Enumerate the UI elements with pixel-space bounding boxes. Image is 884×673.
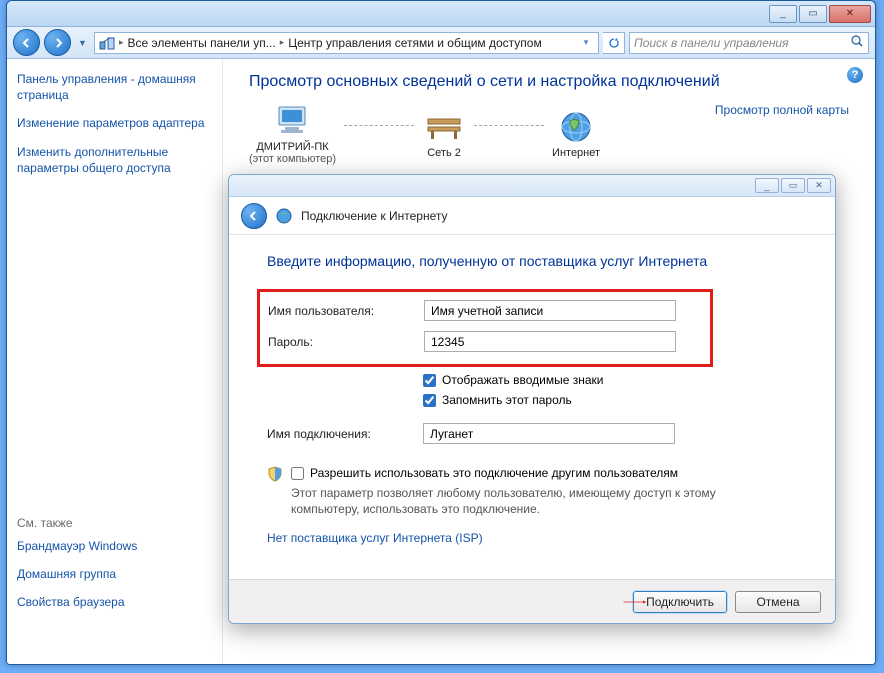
no-isp-link[interactable]: Нет поставщика услуг Интернета (ISP) bbox=[267, 531, 483, 545]
cancel-button[interactable]: Отмена bbox=[735, 591, 821, 613]
page-title: Просмотр основных сведений о сети и наст… bbox=[249, 73, 849, 91]
breadcrumb-2[interactable]: Центр управления сетями и общим доступом bbox=[288, 36, 542, 50]
sidebar-link-firewall[interactable]: Брандмауэр Windows bbox=[17, 538, 212, 554]
search-placeholder: Поиск в панели управления bbox=[634, 36, 789, 50]
refresh-button[interactable] bbox=[603, 32, 625, 54]
allow-others-block: Разрешить использовать это подключение д… bbox=[267, 466, 797, 482]
node2-label: Сеть 2 bbox=[422, 147, 466, 159]
bench-icon bbox=[422, 109, 466, 145]
remember-label: Запомнить этот пароль bbox=[442, 393, 572, 407]
dialog-footer: Подключить Отмена bbox=[229, 579, 835, 623]
sidebar-link-sharing[interactable]: Изменить дополнительные параметры общего… bbox=[17, 144, 212, 176]
allow-others-checkbox[interactable] bbox=[291, 467, 304, 480]
shield-icon bbox=[267, 466, 283, 482]
view-full-map-link[interactable]: Просмотр полной карты bbox=[715, 103, 849, 117]
sidebar: Панель управления - домашняя страница Из… bbox=[7, 59, 223, 664]
sidebar-link-adapter[interactable]: Изменение параметров адаптера bbox=[17, 115, 212, 131]
username-input[interactable] bbox=[424, 300, 676, 321]
close-glyph: ✕ bbox=[846, 8, 854, 19]
search-input[interactable]: Поиск в панели управления bbox=[629, 32, 869, 54]
username-row: Имя пользователя: bbox=[268, 300, 702, 321]
computer-icon bbox=[271, 103, 315, 139]
allow-others-inner: Разрешить использовать это подключение д… bbox=[291, 466, 678, 480]
connect-dialog: _ ▭ ✕ Подключение к Интернету Введите ин… bbox=[228, 174, 836, 624]
arrow-left-icon bbox=[248, 210, 260, 222]
dialog-maximize-button[interactable]: ▭ bbox=[781, 178, 805, 193]
maximize-glyph: ▭ bbox=[808, 8, 817, 19]
dialog-minimize-button[interactable]: _ bbox=[755, 178, 779, 193]
nav-history-dropdown[interactable]: ▼ bbox=[75, 32, 90, 54]
connection-line bbox=[344, 125, 414, 126]
allow-others-row: Разрешить использовать это подключение д… bbox=[291, 466, 678, 480]
breadcrumb-separator: ▸ bbox=[280, 37, 285, 48]
see-also-label: См. также bbox=[17, 516, 212, 530]
dialog-titlebar: _ ▭ ✕ bbox=[229, 175, 835, 197]
node-network: Сеть 2 bbox=[422, 109, 466, 159]
password-row: Пароль: bbox=[268, 331, 702, 352]
connection-line bbox=[474, 125, 544, 126]
allow-others-label: Разрешить использовать это подключение д… bbox=[310, 466, 678, 480]
node-this-pc: ДМИТРИЙ-ПК (этот компьютер) bbox=[249, 103, 336, 165]
connection-name-input[interactable] bbox=[423, 423, 675, 444]
node3-label: Интернет bbox=[552, 147, 600, 159]
sidebar-link-homegroup[interactable]: Домашняя группа bbox=[17, 566, 212, 582]
dialog-heading: Введите информацию, полученную от постав… bbox=[267, 253, 797, 269]
password-label: Пароль: bbox=[268, 335, 424, 349]
connection-name-row: Имя подключения: bbox=[267, 423, 797, 444]
arrow-left-icon bbox=[21, 37, 33, 49]
sidebar-home-link[interactable]: Панель управления - домашняя страница bbox=[17, 71, 212, 103]
network-center-icon bbox=[99, 35, 115, 51]
search-icon bbox=[850, 34, 864, 51]
globe-small-icon bbox=[275, 207, 293, 225]
dialog-close-button[interactable]: ✕ bbox=[807, 178, 831, 193]
sidebar-link-browser[interactable]: Свойства браузера bbox=[17, 594, 212, 610]
remember-checkbox[interactable] bbox=[423, 394, 436, 407]
node1-sublabel: (этот компьютер) bbox=[249, 153, 336, 165]
forward-button[interactable] bbox=[44, 29, 71, 56]
dialog-back-button[interactable] bbox=[241, 203, 267, 229]
connection-name-label: Имя подключения: bbox=[267, 427, 423, 441]
back-button[interactable] bbox=[13, 29, 40, 56]
maximize-button[interactable]: ▭ bbox=[799, 5, 827, 23]
allow-others-description: Этот параметр позволяет любому пользоват… bbox=[291, 485, 761, 517]
address-bar[interactable]: ▸ Все элементы панели уп... ▸ Центр упра… bbox=[94, 32, 599, 54]
breadcrumb-1[interactable]: Все элементы панели уп... bbox=[128, 36, 276, 50]
show-chars-label: Отображать вводимые знаки bbox=[442, 373, 603, 387]
connect-button[interactable]: Подключить bbox=[633, 591, 727, 613]
minimize-button[interactable]: _ bbox=[769, 5, 797, 23]
close-button[interactable]: ✕ bbox=[829, 5, 871, 23]
globe-icon bbox=[554, 109, 598, 145]
address-dropdown[interactable]: ▾ bbox=[578, 37, 594, 48]
dialog-header: Подключение к Интернету bbox=[229, 197, 835, 235]
show-chars-row: Отображать вводимые знаки bbox=[423, 373, 797, 387]
titlebar: _ ▭ ✕ bbox=[7, 1, 875, 27]
remember-row: Запомнить этот пароль bbox=[423, 393, 797, 407]
network-map: ДМИТРИЙ-ПК (этот компьютер) Сеть 2 bbox=[249, 103, 849, 165]
dialog-body: Введите информацию, полученную от постав… bbox=[229, 235, 835, 579]
minimize-glyph: _ bbox=[780, 8, 786, 19]
highlight-box: Имя пользователя: Пароль: bbox=[257, 289, 713, 367]
arrow-right-icon bbox=[52, 37, 64, 49]
breadcrumb-separator: ▸ bbox=[119, 37, 124, 48]
refresh-icon bbox=[608, 37, 620, 49]
node-internet: Интернет bbox=[552, 109, 600, 159]
toolbar: ▼ ▸ Все элементы панели уп... ▸ Центр уп… bbox=[7, 27, 875, 59]
show-chars-checkbox[interactable] bbox=[423, 374, 436, 387]
node1-label: ДМИТРИЙ-ПК bbox=[249, 141, 336, 153]
dialog-title: Подключение к Интернету bbox=[301, 209, 448, 223]
username-label: Имя пользователя: bbox=[268, 304, 424, 318]
password-input[interactable] bbox=[424, 331, 676, 352]
